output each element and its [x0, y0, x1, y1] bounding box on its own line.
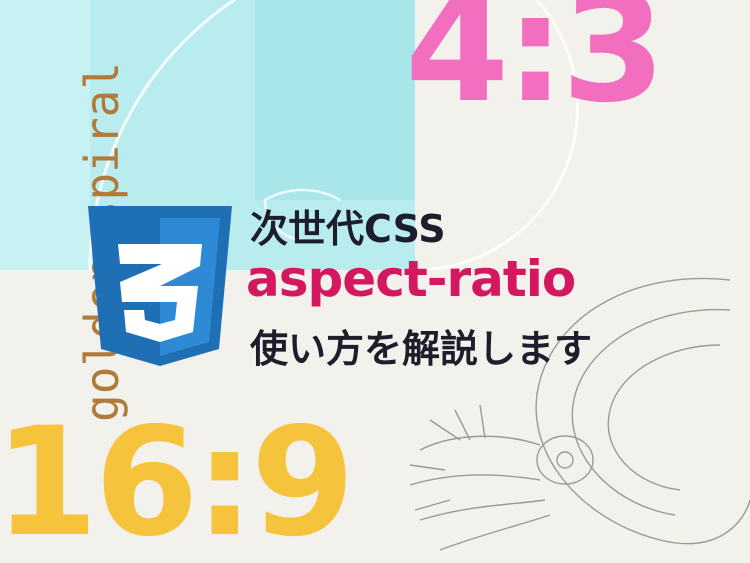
headline-line-1: 次世代CSS	[250, 207, 446, 251]
thumbnail-canvas: 4:3 16:9 golden spiral 次世代CSS aspect-rat…	[0, 0, 750, 563]
nautilus-illustration-icon	[409, 277, 750, 551]
css3-logo-icon	[88, 206, 232, 366]
headline-line-2: aspect-ratio	[246, 250, 576, 308]
ratio-16-9-text: 16:9	[0, 396, 355, 563]
ratio-4-3-text: 4:3	[405, 0, 666, 136]
headline-line-3: 使い方を解説します	[250, 327, 593, 371]
